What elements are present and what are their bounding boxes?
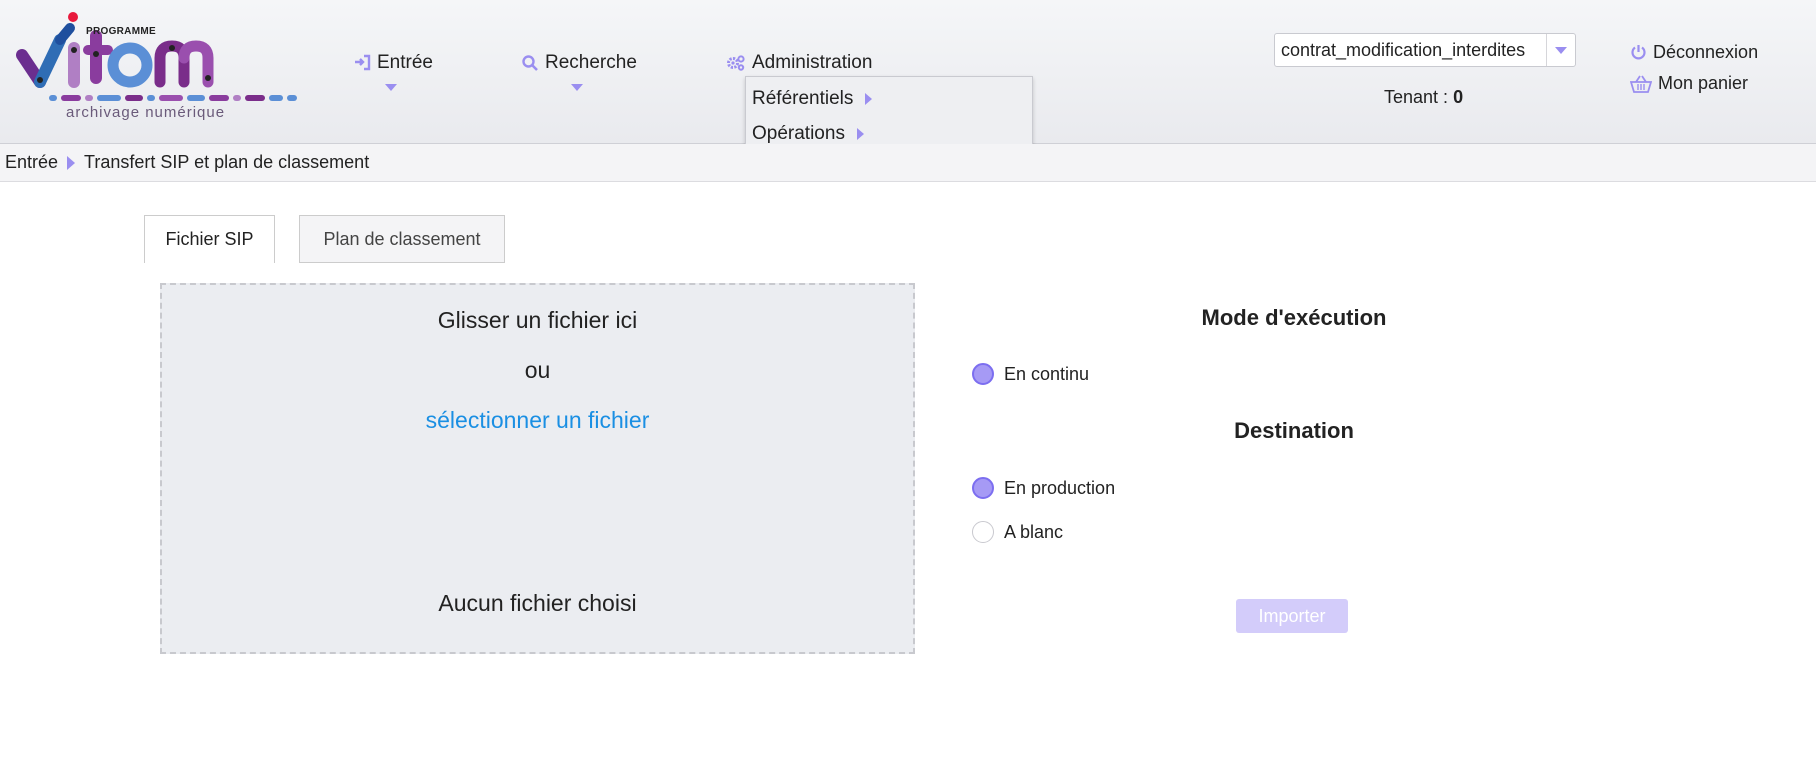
menu-item-operations-label: Opérations [752, 123, 845, 144]
basket-link[interactable]: Mon panier [1630, 73, 1748, 94]
logo-tagline: archivage numérique [66, 104, 226, 121]
radio-en-production-label: En production [1004, 477, 1116, 498]
tab-plan-de-classement[interactable]: Plan de classement [299, 215, 505, 263]
chevron-right-icon [865, 93, 873, 105]
power-icon [1631, 45, 1646, 60]
breadcrumb-current: Transfert SIP et plan de classement [84, 152, 370, 172]
tenant-value: 0 [1453, 87, 1464, 107]
radio-a-blanc-indicator[interactable] [972, 521, 994, 543]
radio-en-continu-label: En continu [1004, 363, 1090, 384]
radio-en-continu-indicator[interactable] [972, 363, 994, 385]
nav-entree[interactable]: Entrée [353, 52, 433, 74]
search-icon [522, 55, 538, 71]
drop-zone-drag-text: Glisser un fichier ici [437, 307, 638, 333]
menu-item-referentiels[interactable]: Référentiels [752, 88, 873, 110]
file-drop-zone[interactable]: Glisser un fichier ici ou sélectionner u… [160, 283, 915, 654]
nav-recherche[interactable]: Recherche [521, 52, 637, 74]
tab-fichier-sip[interactable]: Fichier SIP [144, 215, 275, 263]
nav-recherche-caret-icon[interactable] [571, 84, 583, 91]
drop-zone-status: Aucun fichier choisi [438, 590, 637, 616]
logo-programme-text: PROGRAMME [86, 26, 156, 37]
chevron-right-icon [856, 128, 864, 140]
tenant-indicator: Tenant : 0 [1384, 87, 1463, 108]
menu-item-operations[interactable]: Opérations [752, 123, 864, 145]
select-file-link[interactable]: sélectionner un fichier [426, 407, 650, 433]
tab-plan-de-classement-label: Plan de classement [323, 228, 481, 249]
breadcrumb: Entrée Transfert SIP et plan de classeme… [0, 144, 1816, 182]
radio-en-production[interactable]: En production [972, 477, 1115, 499]
drop-zone-link-row: sélectionner un fichier [162, 407, 913, 434]
destination-title: Destination [1234, 418, 1354, 443]
basket-icon [1630, 75, 1652, 93]
gears-icon [727, 55, 745, 71]
radio-en-continu[interactable]: En continu [972, 363, 1089, 385]
import-button[interactable]: Importer [1236, 599, 1348, 633]
select-divider [1546, 34, 1547, 66]
contract-select[interactable]: contrat_modification_interdites [1274, 33, 1576, 67]
app-header: PROGRAMME archivage numérique Entrée Rec… [0, 0, 1816, 156]
vitam-logo[interactable]: PROGRAMME archivage numérique [10, 10, 320, 125]
drop-zone-or-text: ou [524, 357, 551, 383]
sign-in-icon [355, 54, 371, 71]
nav-administration-label: Administration [752, 52, 873, 73]
contract-select-value: contrat_modification_interdites [1281, 40, 1526, 60]
nav-entree-caret-icon[interactable] [385, 84, 397, 91]
chevron-right-icon [67, 155, 76, 170]
radio-a-blanc[interactable]: A blanc [972, 521, 1063, 543]
logout-label: Déconnexion [1653, 42, 1759, 62]
menu-item-referentiels-label: Référentiels [752, 88, 854, 109]
breadcrumb-root[interactable]: Entrée [5, 152, 58, 173]
nav-administration[interactable]: Administration [726, 52, 872, 74]
nav-recherche-label: Recherche [545, 52, 637, 73]
execution-mode-title: Mode d'exécution [1201, 305, 1387, 330]
tenant-label: Tenant : [1384, 87, 1449, 107]
chevron-down-icon[interactable] [1555, 47, 1567, 54]
radio-en-production-indicator[interactable] [972, 477, 994, 499]
nav-entree-label: Entrée [377, 52, 433, 73]
tab-fichier-sip-label: Fichier SIP [165, 229, 254, 249]
logout-link[interactable]: Déconnexion [1630, 42, 1758, 63]
radio-a-blanc-label: A blanc [1004, 521, 1064, 542]
basket-label: Mon panier [1658, 73, 1749, 93]
